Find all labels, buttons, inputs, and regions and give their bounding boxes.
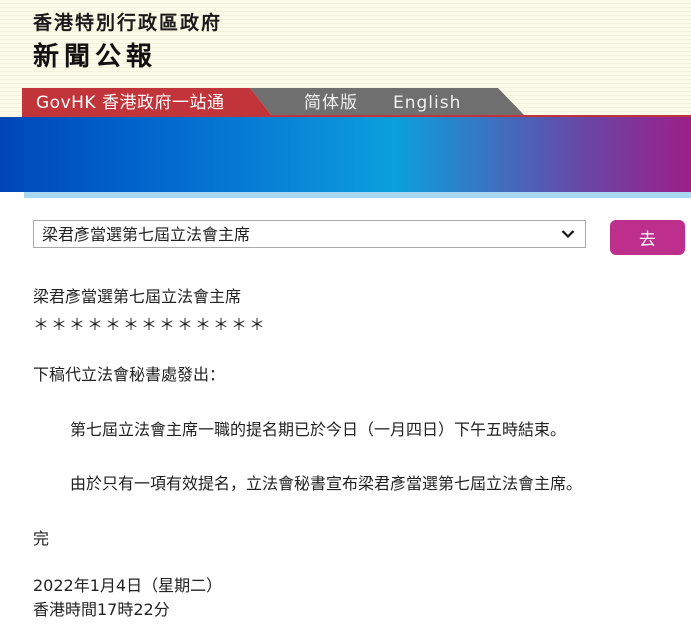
chevron-down-icon bbox=[561, 230, 575, 239]
simplified-chinese-link[interactable]: 简体版 bbox=[304, 88, 358, 116]
title-separator: ＊＊＊＊＊＊＊＊＊＊＊＊＊ bbox=[33, 315, 268, 334]
article-paragraph: 由於只有一項有效提名，立法會秘書宣布梁君彥當選第七屆立法會主席。 bbox=[70, 474, 583, 493]
release-time: 香港時間17時22分 bbox=[33, 600, 170, 619]
release-date: 2022年1月4日（星期二） bbox=[33, 576, 223, 595]
article-intro: 下稿代立法會秘書處發出： bbox=[33, 365, 226, 384]
press-release-select[interactable]: 梁君彥當選第七屆立法會主席 bbox=[33, 220, 586, 248]
gradient-banner bbox=[0, 117, 691, 192]
top-nav: GovHK 香港政府一站通 简体版 English bbox=[0, 88, 691, 117]
language-tabs: 简体版 English bbox=[250, 88, 525, 116]
publication-title: 新聞公報 bbox=[33, 42, 158, 72]
banner-strip bbox=[24, 192, 691, 198]
govhk-link[interactable]: GovHK 香港政府一站通 bbox=[22, 88, 272, 116]
go-button[interactable]: 去 bbox=[610, 220, 685, 255]
end-mark: 完 bbox=[33, 529, 50, 548]
article-title: 梁君彥當選第七屆立法會主席 bbox=[33, 287, 242, 306]
english-link[interactable]: English bbox=[393, 88, 461, 116]
masthead: 香港特別行政區政府 新聞公報 GovHK 香港政府一站通 简体版 English bbox=[0, 0, 691, 117]
organization-name: 香港特別行政區政府 bbox=[33, 12, 223, 34]
article-paragraph: 第七屆立法會主席一職的提名期已於今日（一月四日）下午五時結束。 bbox=[70, 420, 567, 439]
select-value: 梁君彥當選第七屆立法會主席 bbox=[42, 225, 251, 244]
